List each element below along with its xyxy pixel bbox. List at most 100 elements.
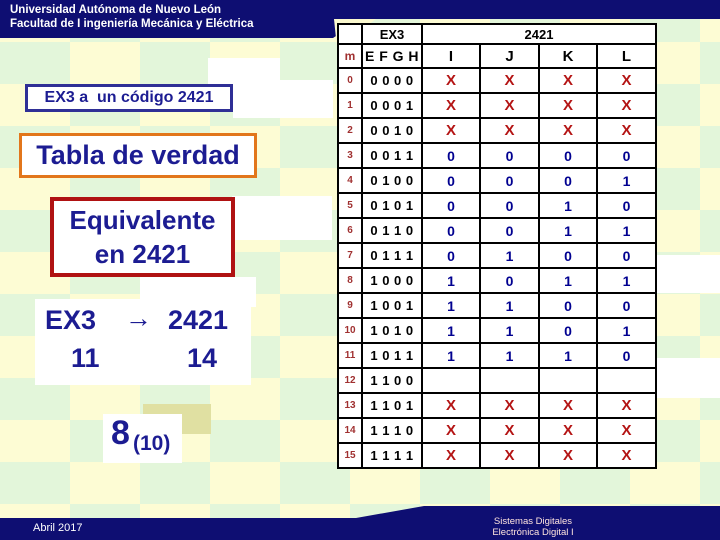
output-column-header-k: K [538, 43, 598, 69]
background-patch [232, 196, 332, 240]
minterm-cell: 6 [337, 217, 363, 244]
input-bits-cell: 0 0 1 1 [361, 142, 423, 169]
output-bit-cell: X [596, 67, 657, 94]
output-bit-cell: X [421, 92, 481, 119]
output-bit-cell: 0 [538, 317, 598, 344]
input-bits-cell: 0 1 1 1 [361, 242, 423, 269]
output-bit-cell: 0 [479, 142, 540, 169]
output-bit-cell: 0 [596, 242, 657, 269]
output-bit-cell [538, 367, 598, 394]
output-bit-cell: 0 [479, 217, 540, 244]
output-bit-cell: 0 [596, 292, 657, 319]
output-bit-cell: 1 [479, 242, 540, 269]
table-row: 91 0 0 11100 [337, 292, 657, 319]
minterm-column-header: m [337, 43, 363, 69]
truth-table-label-box: Tabla de verdad [19, 133, 257, 178]
table-corner-blank [337, 23, 363, 45]
output-bit-cell: X [596, 442, 657, 469]
table-row: 12 1 1 0 0 [337, 367, 657, 394]
input-bits-cell: 1 0 1 1 [361, 342, 423, 369]
output-bit-cell: 0 [479, 167, 540, 194]
minterm-cell: 12 [337, 367, 363, 394]
table-row: 20 0 1 0XXXX [337, 117, 657, 144]
output-bit-cell [479, 367, 540, 394]
minterm-cell: 10 [337, 317, 363, 344]
table-row: 11 1 0 1 11110 [337, 342, 657, 369]
output-bit-cell: X [596, 117, 657, 144]
output-bit-cell: 0 [479, 192, 540, 219]
output-bit-cell: X [479, 92, 540, 119]
output-bit-cell: X [538, 442, 598, 469]
university-header: Universidad Autónoma de Nuevo León Facult… [10, 3, 254, 31]
output-bit-cell: X [596, 92, 657, 119]
output-bit-cell: X [479, 392, 540, 419]
minterm-cell: 2 [337, 117, 363, 144]
output-bit-cell: 1 [421, 342, 481, 369]
table-column-header-row: m E F G H I J K L [337, 43, 657, 69]
table-row: 60 1 1 00011 [337, 217, 657, 244]
output-bit-cell: X [596, 417, 657, 444]
base-ten-digit: 8 [111, 414, 130, 452]
output-bit-cell: X [421, 442, 481, 469]
input-bits-cell: 1 1 0 0 [361, 367, 423, 394]
output-bit-cell: X [538, 67, 598, 94]
input-bits-cell: 0 0 1 0 [361, 117, 423, 144]
output-bit-cell: 0 [538, 142, 598, 169]
output-bit-cell: 0 [479, 267, 540, 294]
background-patch [655, 358, 720, 398]
output-bit-cell: 1 [479, 292, 540, 319]
table-row: 30 0 1 10000 [337, 142, 657, 169]
minterm-cell: 3 [337, 142, 363, 169]
output-bit-cell: X [479, 417, 540, 444]
input-bits-cell: 0 0 0 0 [361, 67, 423, 94]
table-row: 81 0 0 01011 [337, 267, 657, 294]
table-row: 10 1 0 1 01101 [337, 317, 657, 344]
base-ten-note: 8 (10) [103, 414, 182, 463]
output-bit-cell: 0 [596, 192, 657, 219]
table-row: 70 1 1 10100 [337, 242, 657, 269]
output-bit-cell: 1 [421, 317, 481, 344]
university-name: Universidad Autónoma de Nuevo León [10, 4, 222, 16]
output-bit-cell: 0 [421, 217, 481, 244]
output-bit-cell: 1 [421, 267, 481, 294]
minterm-cell: 11 [337, 342, 363, 369]
input-bits-cell: 1 0 0 1 [361, 292, 423, 319]
output-bit-cell: X [421, 67, 481, 94]
output-bit-cell: X [538, 117, 598, 144]
background-patch [233, 80, 333, 118]
minterm-cell: 9 [337, 292, 363, 319]
truth-table: EX3 2421 m E F G H I J K L 00 0 0 0XXXX1… [337, 23, 657, 469]
output-bit-cell: 1 [538, 192, 598, 219]
mapping-target-count: 14 [187, 343, 218, 373]
input-bits-cell: 1 1 1 0 [361, 417, 423, 444]
minterm-cell: 14 [337, 417, 363, 444]
output-bit-cell: 1 [596, 267, 657, 294]
minterm-cell: 15 [337, 442, 363, 469]
output-bit-cell: 0 [421, 242, 481, 269]
output-bit-cell: X [596, 392, 657, 419]
output-bit-cell: 0 [421, 142, 481, 169]
input-bits-column-header: E F G H [361, 43, 423, 69]
output-bit-cell: 0 [538, 292, 598, 319]
output-bit-cell: 1 [421, 292, 481, 319]
output-bit-cell: X [421, 417, 481, 444]
table-row: 15 1 1 1 1XXXX [337, 442, 657, 469]
output-bit-cell: X [538, 417, 598, 444]
output-bit-cell: 1 [596, 317, 657, 344]
output-bit-cell: 0 [596, 142, 657, 169]
output-bit-cell: X [421, 117, 481, 144]
table-row: 10 0 0 1XXXX [337, 92, 657, 119]
slide-date: Abril 2017 [33, 522, 83, 534]
faculty-name: Facultad de I ingeniería Mecánica y Eléc… [10, 18, 254, 30]
code-2421-group-header: 2421 [421, 23, 657, 45]
output-bit-cell: 0 [421, 167, 481, 194]
mapping-target-code: 2421 [168, 305, 229, 335]
minterm-cell: 8 [337, 267, 363, 294]
input-bits-cell: 0 1 1 0 [361, 217, 423, 244]
equivalent-label-box: Equivalente en 2421 [50, 197, 235, 277]
table-row: 14 1 1 1 0XXXX [337, 417, 657, 444]
base-ten-subscript: (10) [133, 432, 171, 455]
output-bit-cell [421, 367, 481, 394]
course-line1: Sistemas Digitales [493, 516, 573, 527]
output-bit-cell: 0 [596, 342, 657, 369]
